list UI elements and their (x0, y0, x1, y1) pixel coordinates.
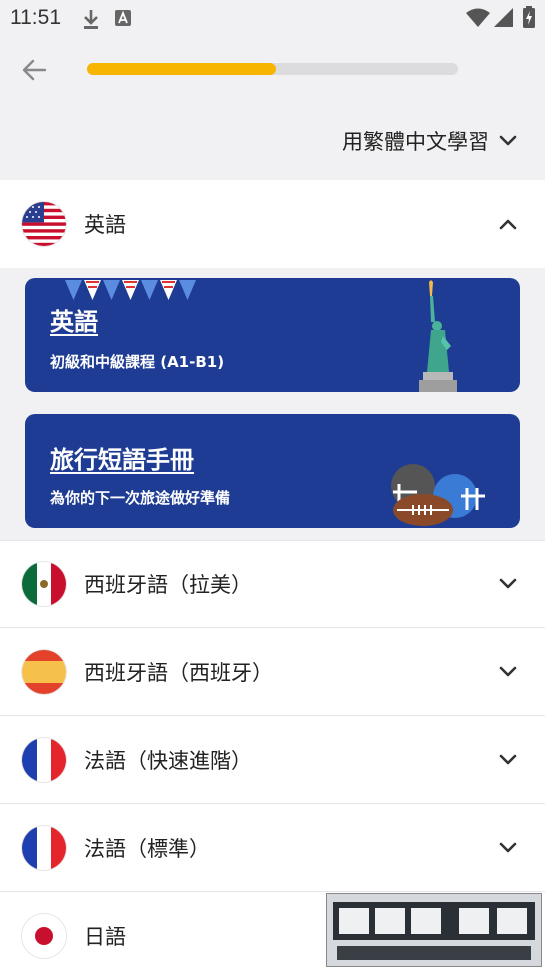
chevron-down-icon (499, 135, 517, 146)
chevron-down-icon (497, 661, 519, 683)
course-card-english[interactable]: 英語 初級和中級課程 (A1-B1) (25, 278, 520, 392)
progress-fill (87, 63, 277, 75)
signal-icon (494, 8, 514, 32)
language-label: 英語 (84, 213, 126, 237)
progress-bar (87, 63, 458, 75)
japan-flag-icon (22, 914, 66, 958)
chevron-down-icon (497, 749, 519, 771)
chevron-down-icon (497, 837, 519, 859)
course-title: 旅行短語手冊 (50, 446, 194, 474)
chevron-up-icon (497, 213, 519, 235)
font-icon (115, 10, 131, 30)
download-icon (82, 8, 100, 34)
language-list: 英語 英語 初級和中級課程 (A1-B1) 旅行短語手冊 為你的下一次旅途做好準… (0, 180, 545, 970)
language-selector[interactable]: 用繁體中文學習 (342, 126, 517, 156)
chevron-down-icon (497, 573, 519, 595)
course-subtitle: 為你的下一次旅途做好準備 (50, 489, 231, 507)
status-time: 11:51 (10, 6, 61, 29)
back-button[interactable] (18, 54, 50, 86)
course-card-travel-phrasebook[interactable]: 旅行短語手冊 為你的下一次旅途做好準備 (25, 414, 520, 528)
france-flag-icon (22, 737, 66, 782)
us-flag-icon (22, 202, 66, 246)
football-helmet-icon (391, 464, 485, 526)
course-title: 英語 (50, 308, 98, 336)
language-row-spanish-latam[interactable]: 西班牙語（拉美） (0, 540, 545, 628)
language-row-french-standard[interactable]: 法語（標準） (0, 804, 545, 892)
language-row-spanish-spain[interactable]: 西班牙語（西班牙） (0, 628, 545, 716)
france-flag-icon (22, 825, 66, 870)
spain-flag-icon (22, 649, 66, 694)
language-label: 西班牙語（拉美） (84, 573, 252, 597)
english-courses-panel: 英語 初級和中級課程 (A1-B1) 旅行短語手冊 為你的下一次旅途做好準備 (0, 268, 545, 540)
status-bar: 11:51 (0, 0, 545, 38)
arrow-left-icon (22, 59, 47, 81)
language-label: 法語（標準） (84, 836, 210, 861)
bunting-decoration-icon (65, 280, 196, 300)
battery-icon (523, 6, 535, 32)
language-label: 西班牙語（西班牙） (84, 660, 273, 685)
wifi-icon (466, 8, 490, 32)
mexico-flag-icon (22, 562, 66, 606)
watermark-logo (326, 893, 542, 967)
language-row-english[interactable]: 英語 (0, 180, 545, 268)
language-selector-label: 用繁體中文學習 (342, 130, 489, 154)
language-row-french-fast[interactable]: 法語（快速進階） (0, 716, 545, 804)
statue-of-liberty-icon (419, 280, 457, 392)
language-label: 法語（快速進階） (84, 748, 252, 773)
course-subtitle: 初級和中級課程 (A1-B1) (50, 353, 225, 371)
